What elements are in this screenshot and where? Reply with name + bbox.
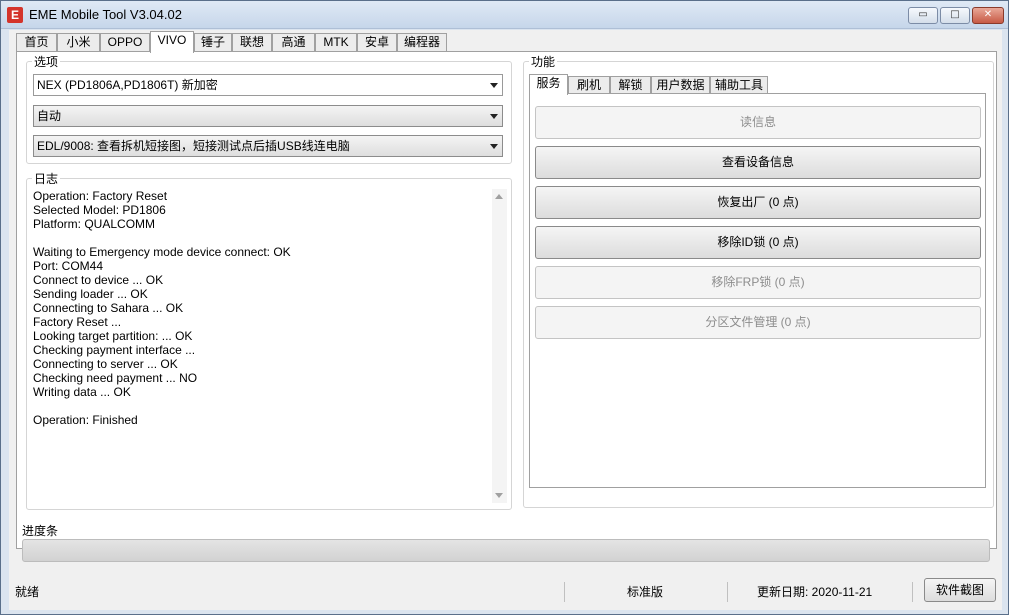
tab-mtk[interactable]: MTK <box>315 33 357 52</box>
chevron-down-icon <box>490 83 498 88</box>
status-divider <box>727 582 728 602</box>
method-select[interactable]: EDL/9008: 查看拆机短接图，短接测试点后插USB线连电脑 <box>33 135 503 157</box>
tab-android[interactable]: 安卓 <box>357 33 397 52</box>
close-button[interactable]: ✕ <box>972 7 1004 24</box>
maximize-button[interactable]: □ <box>940 7 970 24</box>
edition-label: 标准版 <box>627 585 664 599</box>
tab-service[interactable]: 服务 <box>529 74 568 95</box>
tab-qualcomm[interactable]: 高通 <box>272 33 315 52</box>
options-group-label: 选项 <box>32 53 61 70</box>
chevron-down-icon <box>490 114 498 119</box>
status-bar: 就绪 标准版 更新日期: 2020-11-21 软件截图 <box>9 578 1002 604</box>
tab-smartisan[interactable]: 锤子 <box>194 33 232 52</box>
log-line: Looking target partition: ... OK <box>33 329 193 343</box>
log-text[interactable]: Operation: Factory Reset Selected Model: … <box>33 189 505 501</box>
log-line: Writing data ... OK <box>33 385 131 399</box>
log-line: Platform: QUALCOMM <box>33 217 156 231</box>
app-logo-icon: E <box>7 7 23 23</box>
view-device-info-button[interactable]: 查看设备信息 <box>535 146 981 179</box>
log-scrollbar[interactable] <box>492 189 507 503</box>
tab-oppo[interactable]: OPPO <box>100 33 150 52</box>
method-select-value: EDL/9008: 查看拆机短接图，短接测试点后插USB线连电脑 <box>37 139 350 153</box>
tab-vivo[interactable]: VIVO <box>150 31 194 53</box>
update-date-label: 更新日期: 2020-11-21 <box>757 585 873 599</box>
remove-id-lock-button[interactable]: 移除ID锁 (0 点) <box>535 226 981 259</box>
functions-group-label: 功能 <box>529 53 558 70</box>
read-info-button[interactable]: 读信息 <box>535 106 981 139</box>
scroll-up-arrow-icon[interactable] <box>495 194 503 199</box>
log-line: Checking payment interface ... <box>33 343 196 357</box>
status-divider <box>564 582 565 602</box>
model-select[interactable]: NEX (PD1806A,PD1806T) 新加密 <box>33 74 503 96</box>
log-line: Connecting to Sahara ... OK <box>33 301 184 315</box>
model-select-value: NEX (PD1806A,PD1806T) 新加密 <box>37 78 218 92</box>
partition-manager-button[interactable]: 分区文件管理 (0 点) <box>535 306 981 339</box>
service-tab-panel: 读信息 查看设备信息 恢复出厂 (0 点) 移除ID锁 (0 点) 移除FRP锁… <box>529 93 986 488</box>
tab-programmer[interactable]: 编程器 <box>397 33 447 52</box>
functions-group: 功能 服务 刷机 解锁 用户数据 辅助工具 读信息 查看设备信息 恢复出厂 (0… <box>523 53 994 508</box>
chevron-down-icon <box>490 144 498 149</box>
remove-frp-lock-button[interactable]: 移除FRP锁 (0 点) <box>535 266 981 299</box>
client-area: 首页 小米 OPPO VIVO 锤子 联想 高通 MTK 安卓 编程器 选项 N… <box>9 30 1002 610</box>
log-line: Operation: Finished <box>33 413 138 427</box>
function-tabs: 服务 刷机 解锁 用户数据 辅助工具 读信息 查看设备信息 恢复出厂 (0 点)… <box>524 74 994 494</box>
screenshot-button[interactable]: 软件截图 <box>924 578 996 602</box>
app-window: E EME Mobile Tool V3.04.02 ▭ □ ✕ 首页 小米 O… <box>0 0 1009 615</box>
status-divider <box>912 582 913 602</box>
log-line: Sending loader ... OK <box>33 287 148 301</box>
log-line: Selected Model: PD1806 <box>33 203 166 217</box>
mode-select[interactable]: 自动 <box>33 105 503 127</box>
log-line: Checking need payment ... NO <box>33 371 198 385</box>
title-bar[interactable]: E EME Mobile Tool V3.04.02 ▭ □ ✕ <box>1 1 1008 29</box>
options-group: 选项 NEX (PD1806A,PD1806T) 新加密 自动 EDL/9008… <box>26 53 512 164</box>
status-text: 就绪 <box>15 585 40 599</box>
tab-user-data[interactable]: 用户数据 <box>651 76 710 94</box>
factory-reset-button[interactable]: 恢复出厂 (0 点) <box>535 186 981 219</box>
tab-home[interactable]: 首页 <box>16 33 57 52</box>
log-line: Operation: Factory Reset <box>33 189 168 203</box>
tab-xiaomi[interactable]: 小米 <box>57 33 100 52</box>
tab-unlock[interactable]: 解锁 <box>610 76 651 94</box>
tab-lenovo[interactable]: 联想 <box>232 33 272 52</box>
vivo-tab-panel: 选项 NEX (PD1806A,PD1806T) 新加密 自动 EDL/9008… <box>16 51 997 549</box>
mode-select-value: 自动 <box>37 109 62 123</box>
progress-bar <box>22 539 990 562</box>
log-line: Waiting to Emergency mode device connect… <box>33 245 291 259</box>
log-line: Factory Reset ... <box>33 315 122 329</box>
log-line: Port: COM44 <box>33 259 104 273</box>
window-title: EME Mobile Tool V3.04.02 <box>29 7 182 22</box>
tab-flash[interactable]: 刷机 <box>568 76 610 94</box>
log-group: 日志 Operation: Factory Reset Selected Mode… <box>26 170 512 510</box>
progress-label: 进度条 <box>22 524 59 538</box>
scroll-down-arrow-icon[interactable] <box>495 493 503 498</box>
log-group-label: 日志 <box>32 170 61 187</box>
log-line: Connecting to server ... OK <box>33 357 178 371</box>
minimize-button[interactable]: ▭ <box>908 7 938 24</box>
tab-tools[interactable]: 辅助工具 <box>710 76 768 94</box>
log-line: Connect to device ... OK <box>33 273 164 287</box>
